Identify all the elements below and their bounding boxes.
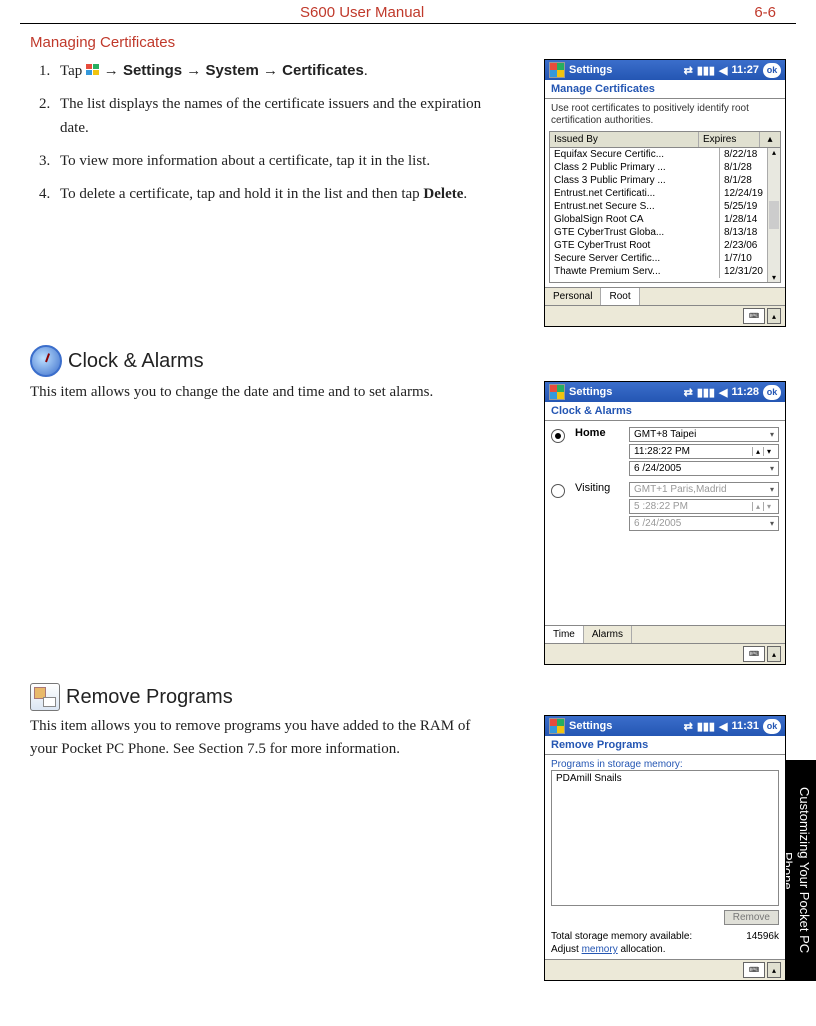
col-issued-by[interactable]: Issued By	[550, 132, 699, 147]
scroll-up-icon[interactable]: ▴	[759, 132, 780, 147]
memory-value: 14596k	[746, 931, 779, 942]
clock-desc: This item allows you to change the date …	[30, 381, 490, 404]
start-flag-icon	[549, 62, 565, 78]
page-number: 6-6	[754, 4, 776, 21]
signal-icon: ▮▮▮	[697, 720, 715, 733]
cert-list[interactable]: Equifax Secure Certific...8/22/18Class 2…	[549, 148, 781, 283]
programs-label: Programs in storage memory:	[551, 759, 779, 770]
cert-scrollbar[interactable]: ▴▾	[767, 148, 780, 282]
connectivity-icon: ⇄	[684, 720, 693, 733]
tab-alarms[interactable]: Alarms	[584, 626, 632, 643]
sip-menu-icon[interactable]: ▴	[767, 646, 781, 662]
memory-link[interactable]: memory	[582, 944, 618, 955]
connectivity-icon: ⇄	[684, 64, 693, 77]
step-3: To view more information about a certifi…	[54, 150, 490, 173]
sip-keyboard-icon[interactable]: ⌨	[743, 308, 765, 324]
screen-desc: Use root certificates to positively iden…	[545, 99, 785, 131]
sip-menu-icon[interactable]: ▴	[767, 962, 781, 978]
cert-row[interactable]: Equifax Secure Certific...8/22/18	[550, 148, 780, 161]
signal-icon: ▮▮▮	[697, 386, 715, 399]
cert-tabs: Personal Root	[545, 287, 785, 305]
speaker-icon: ◀	[719, 386, 727, 399]
cert-row[interactable]: Class 2 Public Primary ...8/1/28	[550, 161, 780, 174]
programs-list[interactable]: PDAmill Snails	[551, 770, 779, 906]
tab-root[interactable]: Root	[601, 288, 639, 305]
tab-personal[interactable]: Personal	[545, 288, 601, 305]
visiting-radio[interactable]	[551, 484, 565, 498]
tab-time[interactable]: Time	[545, 626, 584, 643]
remove-programs-desc: This item allows you to remove programs …	[30, 715, 490, 762]
program-item[interactable]: PDAmill Snails	[556, 773, 774, 784]
ok-button[interactable]: ok	[763, 385, 781, 400]
cert-row[interactable]: GlobalSign Root CA1/28/14	[550, 213, 780, 226]
clock-icon	[30, 345, 62, 377]
cert-row[interactable]: Secure Server Certific...1/7/10	[550, 252, 780, 265]
step-4: To delete a certificate, tap and hold it…	[54, 183, 490, 206]
app-name: Settings	[569, 720, 612, 732]
sip-menu-icon[interactable]: ▴	[767, 308, 781, 324]
cert-row[interactable]: GTE CyberTrust Root2/23/06	[550, 239, 780, 252]
cert-row[interactable]: GTE CyberTrust Globa...8/13/18	[550, 226, 780, 239]
remove-programs-heading: Remove Programs	[66, 686, 233, 709]
titlebar: Settings ⇄ ▮▮▮ ◀ 11:27 ok	[545, 60, 785, 80]
cert-row[interactable]: Thawte Premium Serv...12/31/20	[550, 265, 780, 278]
step-1-path: → Settings → System → Certificates	[104, 62, 364, 79]
screen-subtitle: Clock & Alarms	[545, 402, 785, 421]
screen-subtitle: Remove Programs	[545, 736, 785, 755]
col-expires[interactable]: Expires	[699, 132, 759, 147]
app-name: Settings	[569, 64, 612, 76]
remove-programs-screenshot: Settings ⇄ ▮▮▮ ◀ 11:31 ok Remove Program…	[544, 715, 786, 981]
home-label: Home	[575, 427, 619, 439]
visiting-time-field[interactable]: 5 :28:22 PM▴▾	[629, 499, 779, 514]
step-1: Tap → Settings → System → Certificates.	[54, 59, 490, 83]
connectivity-icon: ⇄	[684, 386, 693, 399]
remove-button[interactable]: Remove	[724, 910, 779, 925]
visiting-date-field[interactable]: 6 /24/2005▾	[629, 516, 779, 531]
clock-time: 11:27	[731, 64, 759, 76]
home-radio[interactable]	[551, 429, 565, 443]
signal-icon: ▮▮▮	[697, 64, 715, 77]
cert-table-header: Issued By Expires ▴	[549, 131, 781, 148]
remove-programs-icon	[30, 683, 60, 711]
step-2: The list displays the names of the certi…	[54, 93, 490, 140]
certificates-screenshot: Settings ⇄ ▮▮▮ ◀ 11:27 ok Manage Certifi…	[544, 59, 786, 327]
clock-time: 11:28	[731, 386, 759, 398]
sip-keyboard-icon[interactable]: ⌨	[743, 646, 765, 662]
manual-title: S600 User Manual	[300, 4, 424, 21]
cert-row[interactable]: Entrust.net Certificati...12/24/19	[550, 187, 780, 200]
cert-row[interactable]: Class 3 Public Primary ...8/1/28	[550, 174, 780, 187]
visiting-label: Visiting	[575, 482, 619, 494]
screen-subtitle: Manage Certificates	[545, 80, 785, 99]
cert-row[interactable]: Entrust.net Secure S...5/25/19	[550, 200, 780, 213]
clock-time: 11:31	[731, 720, 759, 732]
speaker-icon: ◀	[719, 720, 727, 733]
start-flag-icon	[549, 384, 565, 400]
home-date-field[interactable]: 6 /24/2005▾	[629, 461, 779, 476]
managing-certificates-heading: Managing Certificates	[30, 34, 786, 51]
memory-label: Total storage memory available:	[551, 931, 692, 942]
visiting-timezone-select[interactable]: GMT+1 Paris,Madrid▾	[629, 482, 779, 497]
ok-button[interactable]: ok	[763, 719, 781, 734]
home-time-field[interactable]: 11:28:22 PM▴▾	[629, 444, 779, 459]
adjust-memory-text: Adjust memory allocation.	[551, 944, 779, 955]
clock-alarms-heading: Clock & Alarms	[68, 350, 204, 373]
start-flag-icon	[549, 718, 565, 734]
ok-button[interactable]: ok	[763, 63, 781, 78]
start-icon	[86, 64, 100, 76]
sip-keyboard-icon[interactable]: ⌨	[743, 962, 765, 978]
home-timezone-select[interactable]: GMT+8 Taipei▾	[629, 427, 779, 442]
speaker-icon: ◀	[719, 64, 727, 77]
cert-steps-list: Tap → Settings → System → Certificates. …	[30, 59, 490, 206]
header-rule	[20, 23, 796, 24]
clock-screenshot: Settings ⇄ ▮▮▮ ◀ 11:28 ok Clock & Alarms…	[544, 381, 786, 665]
app-name: Settings	[569, 386, 612, 398]
